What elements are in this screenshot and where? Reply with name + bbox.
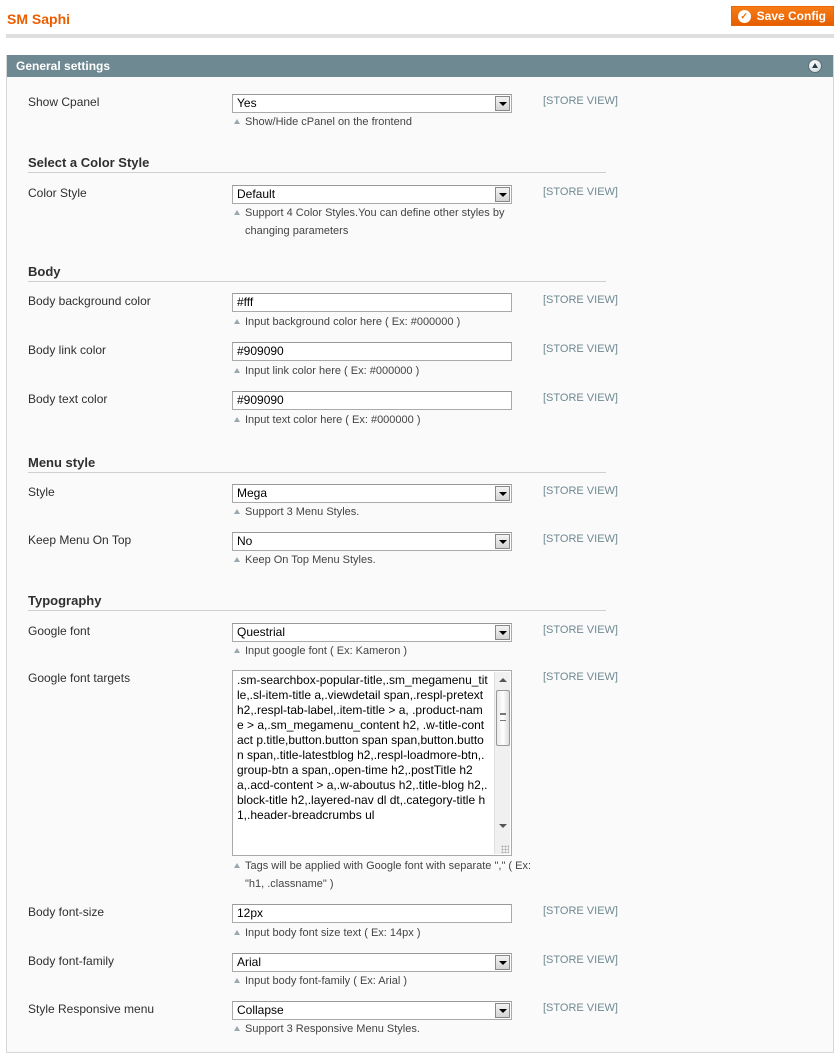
field-note: Input background color here ( Ex: #00000… — [232, 313, 522, 331]
field-label: Show Cpanel — [28, 95, 100, 109]
select-value: No — [237, 534, 253, 548]
scope-label: [STORE VIEW] — [543, 624, 618, 636]
scope-label: [STORE VIEW] — [543, 485, 618, 497]
field-label: Body background color — [28, 294, 151, 308]
field-label: Google font targets — [28, 671, 131, 685]
select-value: Mega — [237, 486, 268, 500]
dropdown-arrow-icon[interactable] — [495, 486, 510, 501]
textarea-scrollbar[interactable] — [494, 672, 510, 854]
scope-label: [STORE VIEW] — [543, 392, 618, 404]
scope-label: [STORE VIEW] — [543, 533, 618, 545]
scope-label: [STORE VIEW] — [543, 905, 618, 917]
section-title: General settings — [16, 59, 111, 73]
field-label: Body link color — [28, 343, 107, 357]
field-note: Input link color here ( Ex: #000000 ) — [232, 362, 522, 380]
body-font-size-input[interactable]: 12px — [232, 904, 512, 923]
field-note: Input google font ( Ex: Kameron ) — [232, 642, 522, 660]
scroll-down-icon[interactable] — [499, 824, 507, 828]
field-label: Style — [28, 485, 55, 499]
field-label: Body text color — [28, 392, 108, 406]
scope-label: [STORE VIEW] — [543, 294, 618, 306]
body-text-color-input[interactable]: #909090 — [232, 391, 512, 410]
select-value: Yes — [237, 96, 257, 110]
field-note: Support 3 Menu Styles. — [232, 503, 522, 521]
select-value: Questrial — [237, 625, 286, 639]
field-label: Body font-family — [28, 954, 115, 968]
body-background-input[interactable]: #fff — [232, 293, 512, 312]
dropdown-arrow-icon[interactable] — [495, 1003, 510, 1018]
menu-style-select[interactable]: Mega — [232, 484, 512, 503]
field-label: Keep Menu On Top — [28, 533, 132, 547]
collapse-up-icon[interactable] — [808, 59, 822, 73]
group-title-color-style: Select a Color Style — [28, 155, 606, 173]
scroll-thumb[interactable] — [496, 690, 510, 746]
save-config-button[interactable]: ✓ Save Config — [730, 6, 834, 26]
scope-label: [STORE VIEW] — [543, 954, 618, 966]
scope-label: [STORE VIEW] — [543, 671, 618, 683]
field-note: Input body font-family ( Ex: Arial ) — [232, 972, 522, 990]
dropdown-arrow-icon[interactable] — [495, 625, 510, 640]
field-label: Color Style — [28, 186, 87, 200]
save-config-label: Save Config — [756, 9, 826, 23]
color-style-select[interactable]: Default — [232, 185, 512, 204]
page-title: SM Saphi — [7, 11, 71, 27]
select-value: Arial — [237, 955, 262, 969]
group-title-typography: Typography — [28, 593, 606, 611]
keep-menu-on-top-select[interactable]: No — [232, 532, 512, 551]
general-settings-section: General settings Show Cpanel Yes [STORE … — [6, 55, 834, 1053]
field-note: Support 4 Color Styles.You can define ot… — [232, 204, 522, 240]
field-note: Input text color here ( Ex: #000000 ) — [232, 411, 522, 429]
dropdown-arrow-icon[interactable] — [495, 534, 510, 549]
dropdown-arrow-icon[interactable] — [495, 955, 510, 970]
group-title-body: Body — [28, 264, 606, 282]
select-value: Default — [237, 187, 276, 201]
checkmark-icon: ✓ — [737, 9, 751, 23]
resize-grip-icon[interactable] — [501, 845, 509, 853]
field-note: Keep On Top Menu Styles. — [232, 551, 522, 569]
show-cpanel-select[interactable]: Yes — [232, 94, 512, 113]
field-note: Support 3 Responsive Menu Styles. — [232, 1020, 522, 1038]
field-label: Google font — [28, 624, 91, 638]
section-header[interactable]: General settings — [7, 55, 833, 77]
body-link-color-input[interactable]: #909090 — [232, 342, 512, 361]
page-header: SM Saphi ✓ Save Config — [6, 0, 834, 38]
body-font-family-select[interactable]: Arial — [232, 953, 512, 972]
group-title-menu-style: Menu style — [28, 455, 606, 473]
field-note: Input body font size text ( Ex: 14px ) — [232, 924, 522, 942]
scope-label: [STORE VIEW] — [543, 1002, 618, 1014]
field-note: Show/Hide cPanel on the frontend — [232, 113, 522, 131]
scope-label: [STORE VIEW] — [543, 95, 618, 107]
select-value: Collapse — [237, 1003, 284, 1017]
field-label: Body font-size — [28, 905, 105, 919]
field-label: Style Responsive menu — [28, 1002, 155, 1016]
textarea-value: .sm-searchbox-popular-title,.sm_megamenu… — [237, 673, 488, 822]
field-note: Tags will be applied with Google font wi… — [232, 857, 532, 893]
responsive-menu-select[interactable]: Collapse — [232, 1001, 512, 1020]
scope-label: [STORE VIEW] — [543, 343, 618, 355]
scope-label: [STORE VIEW] — [543, 186, 618, 198]
google-font-targets-textarea[interactable]: .sm-searchbox-popular-title,.sm_megamenu… — [232, 670, 512, 856]
dropdown-arrow-icon[interactable] — [495, 187, 510, 202]
scroll-up-icon[interactable] — [499, 678, 507, 682]
dropdown-arrow-icon[interactable] — [495, 96, 510, 111]
google-font-select[interactable]: Questrial — [232, 623, 512, 642]
